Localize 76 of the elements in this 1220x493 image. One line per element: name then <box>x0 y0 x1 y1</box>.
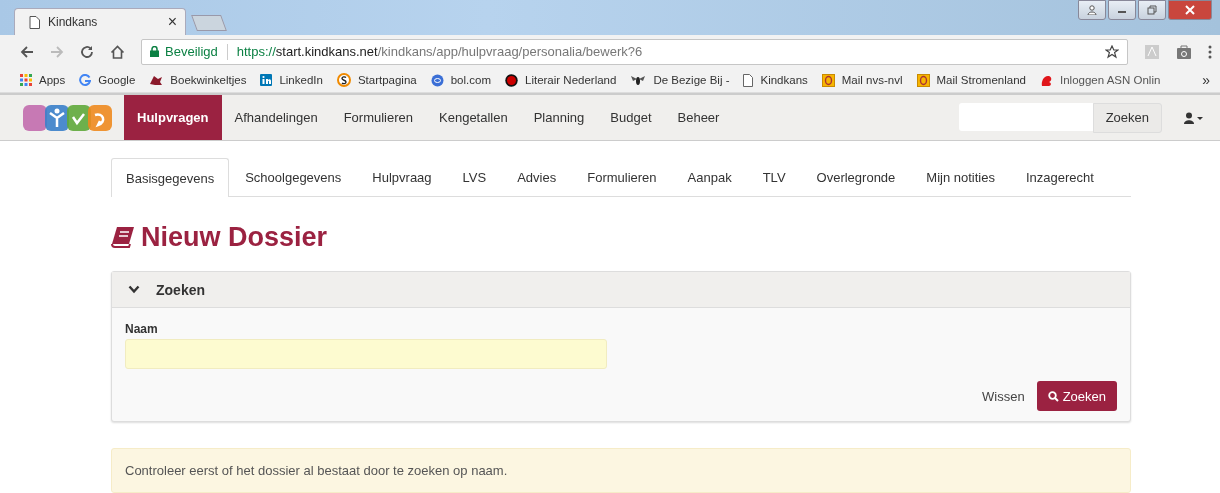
nav-item[interactable]: Beheer <box>664 95 733 140</box>
home-icon[interactable] <box>110 44 125 59</box>
more-bookmarks-button[interactable]: » <box>1202 72 1210 88</box>
tab-title: Kindkans <box>48 15 99 29</box>
security-label: Beveiligd <box>165 44 218 59</box>
bookmark[interactable]: Mail Stromenland <box>916 73 1026 87</box>
bee-icon <box>630 74 647 86</box>
grid-icon <box>20 74 32 86</box>
address-bar[interactable]: Beveiligd https://start.kindkans.net/kindkans/app/hulpvraag/personalia/bewerk?6 <box>141 38 1128 65</box>
menu-icon[interactable] <box>1208 44 1212 59</box>
info-alert: Controleer eerst of het dossier al bestaat door te zoeken op naam. <box>111 448 1131 493</box>
lock-icon <box>150 46 159 57</box>
tab[interactable]: Overlegronde <box>801 158 911 196</box>
bookmark[interactable]: Literair Nederland <box>505 73 617 87</box>
tab[interactable]: LVS <box>447 158 502 196</box>
nav-item[interactable]: Kengetallen <box>426 95 521 140</box>
reload-icon[interactable] <box>80 44 94 59</box>
person-icon <box>1087 5 1097 15</box>
minimize-button[interactable] <box>1108 0 1136 20</box>
page-icon <box>29 15 40 29</box>
google-icon <box>79 74 92 86</box>
clear-link[interactable]: Wissen <box>982 388 1025 404</box>
back-icon[interactable] <box>20 44 34 59</box>
browser-tab[interactable]: Kindkans × <box>14 8 186 35</box>
tab[interactable]: Mijn notities <box>911 158 1010 196</box>
nav-item[interactable]: Budget <box>597 95 665 140</box>
tab[interactable]: Schoolgegevens <box>230 158 357 196</box>
nav-item[interactable]: Planning <box>520 95 598 140</box>
tab[interactable]: Advies <box>502 158 572 196</box>
field-label: Naam <box>125 322 159 336</box>
url-text: https://start.kindkans.net/kindkans/app/hulpvraag/personalia/bewerk?6 <box>236 44 644 59</box>
close-icon <box>1185 5 1195 15</box>
linkedin-icon <box>260 74 273 86</box>
tab[interactable]: Formulieren <box>572 158 672 196</box>
bookmark[interactable]: bol.com <box>430 73 491 87</box>
search-button[interactable]: Zoeken <box>1092 102 1162 133</box>
globe-icon <box>430 73 444 87</box>
bookmark[interactable]: Google <box>79 74 136 86</box>
bookmark[interactable]: Mail nvs-nvl <box>821 73 903 87</box>
tab[interactable]: TLV <box>747 158 801 196</box>
nav-item[interactable]: Hulpvragen <box>124 95 222 140</box>
bookmark[interactable]: Startpagina <box>336 73 417 87</box>
nav-item[interactable]: Formulieren <box>330 95 426 140</box>
nav-item[interactable]: Afhandelingen <box>221 95 331 140</box>
mail-icon <box>821 73 835 87</box>
panel-header[interactable]: Zoeken <box>112 272 1130 308</box>
page-icon <box>743 73 754 87</box>
profile-button[interactable] <box>1078 0 1106 20</box>
circle-logo-icon <box>505 73 518 87</box>
close-window-button[interactable] <box>1168 0 1212 20</box>
close-tab-button[interactable]: × <box>167 13 177 31</box>
page-title: Nieuw Dossier <box>141 221 328 253</box>
tab[interactable]: Basisgegevens <box>111 158 230 197</box>
user-menu-button[interactable] <box>1184 111 1204 124</box>
restore-icon <box>1147 5 1157 15</box>
bookmark[interactable]: Kindkans <box>743 73 808 87</box>
ring-icon <box>336 73 351 87</box>
bookmark[interactable]: Inloggen ASN Onlin <box>1040 73 1161 87</box>
tab[interactable]: Inzagerecht <box>1011 158 1109 196</box>
user-icon <box>1184 111 1204 124</box>
search-icon <box>1047 390 1059 402</box>
bookmark[interactable]: LinkedIn <box>260 74 323 86</box>
mail-icon <box>916 73 930 87</box>
restore-button[interactable] <box>1138 0 1166 20</box>
book-icon <box>111 226 135 248</box>
tab[interactable]: Aanpak <box>672 158 747 196</box>
panel-title: Zoeken <box>156 281 205 298</box>
name-field[interactable] <box>125 339 607 369</box>
tab[interactable]: Hulpvraag <box>357 158 447 196</box>
star-icon[interactable] <box>1105 44 1119 59</box>
bookmark[interactable]: Boekwinkeltjes <box>149 74 247 86</box>
logo-icon <box>22 102 114 133</box>
search-field[interactable] <box>958 102 1093 131</box>
bookmark[interactable]: Apps <box>20 74 66 86</box>
bookmark[interactable]: De Bezige Bij - <box>630 74 730 86</box>
search-button[interactable]: Zoeken <box>1036 381 1117 411</box>
